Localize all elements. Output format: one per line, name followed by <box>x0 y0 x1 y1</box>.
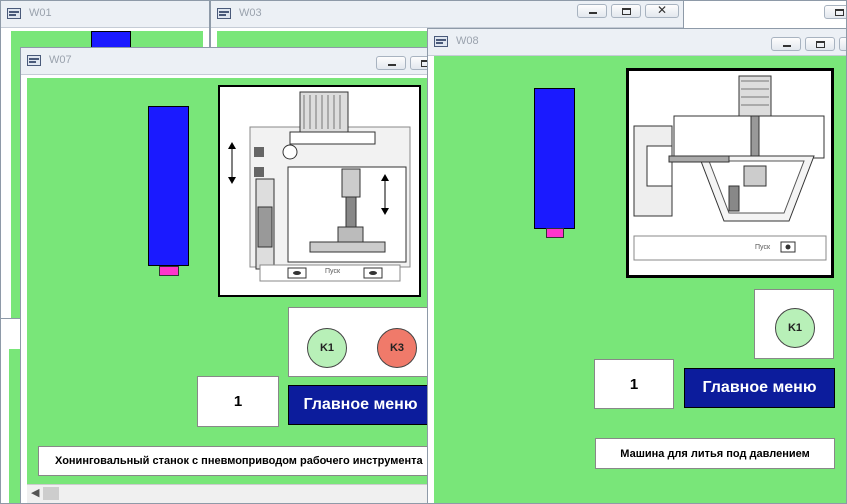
horizontal-scrollbar[interactable]: ◀ <box>27 484 439 503</box>
window-app-icon <box>27 55 41 66</box>
machine-caption: Хонинговальный станок с пневмоприводом р… <box>38 446 433 476</box>
counter-value: 1 <box>629 375 639 393</box>
close-button[interactable] <box>839 37 846 51</box>
counter-value: 1 <box>233 393 243 410</box>
window-w07[interactable]: W07 Пуск K1 K3 1 Главное меню Хонинговал… <box>20 47 440 504</box>
window-w08[interactable]: W08 Пуск K1 1 Главное меню Машина для ли… <box>427 28 847 504</box>
lamp-label: K1 <box>787 322 803 334</box>
machine-schematic: Пуск <box>218 85 421 297</box>
maximize-icon <box>835 9 844 16</box>
maximize-button[interactable] <box>824 5 846 19</box>
minimize-icon <box>783 45 791 47</box>
main-menu-label: Главное меню <box>303 396 418 413</box>
minimize-button[interactable] <box>376 56 406 70</box>
level-indicator-marker <box>159 266 179 276</box>
scroll-left-icon[interactable]: ◀ <box>31 486 39 499</box>
window-title: W03 <box>239 7 262 19</box>
window-titlebar[interactable]: W08 <box>428 29 846 56</box>
main-menu-button[interactable]: Главное меню <box>684 368 835 408</box>
machine-caption: Машина для литья под давлением <box>595 438 835 469</box>
lamp-k1: K1 <box>307 328 347 368</box>
window-title: W01 <box>29 7 52 19</box>
honing-machine-diagram <box>228 91 411 282</box>
minimize-icon <box>388 64 396 66</box>
window-app-icon <box>7 8 21 19</box>
window-titlebar[interactable]: W03 ✕ <box>211 1 684 28</box>
lamp-panel: K1 K3 <box>288 307 433 377</box>
window-app-icon <box>217 8 231 19</box>
level-indicator-bar <box>148 106 189 266</box>
window-titlebar[interactable]: W07 <box>21 48 439 75</box>
window-client: Пуск K1 1 Главное меню Машина для литья … <box>434 56 846 503</box>
minimize-icon <box>589 12 597 14</box>
minimize-button[interactable] <box>577 4 607 18</box>
lamp-k1: K1 <box>775 308 815 348</box>
maximize-icon <box>622 8 631 15</box>
die-casting-machine-diagram <box>633 75 827 261</box>
counter-display: 1 <box>594 359 674 409</box>
lamp-k3: K3 <box>377 328 417 368</box>
minimize-button[interactable] <box>771 37 801 51</box>
window-titlebar[interactable]: W01 <box>1 1 209 28</box>
maximize-button[interactable] <box>611 4 641 18</box>
lamp-label: K1 <box>319 342 335 354</box>
machine-caption-text: Хонинговальный станок с пневмоприводом р… <box>55 455 423 467</box>
window-background[interactable] <box>683 0 847 30</box>
machine-schematic: Пуск <box>626 68 834 278</box>
start-button-label[interactable]: Пуск <box>325 268 340 275</box>
machine-caption-text: Машина для литья под давлением <box>620 447 810 460</box>
level-indicator-bar <box>534 88 575 229</box>
window-client: Пуск K1 K3 1 Главное меню Хонинговальный… <box>27 78 439 485</box>
lamp-label: K3 <box>389 342 405 354</box>
scroll-thumb[interactable] <box>43 487 59 500</box>
close-button[interactable]: ✕ <box>645 3 679 18</box>
main-menu-button[interactable]: Главное меню <box>288 385 433 425</box>
main-menu-label: Главное меню <box>702 379 817 396</box>
window-app-icon <box>434 36 448 47</box>
lamp-panel: K1 <box>754 289 834 359</box>
window-title: W07 <box>49 54 72 66</box>
close-icon: ✕ <box>656 3 668 17</box>
maximize-button[interactable] <box>805 37 835 51</box>
level-indicator-marker <box>546 228 564 238</box>
maximize-icon <box>816 41 825 48</box>
counter-display: 1 <box>197 376 279 427</box>
start-button-label[interactable]: Пуск <box>755 244 770 251</box>
window-title: W08 <box>456 35 479 47</box>
